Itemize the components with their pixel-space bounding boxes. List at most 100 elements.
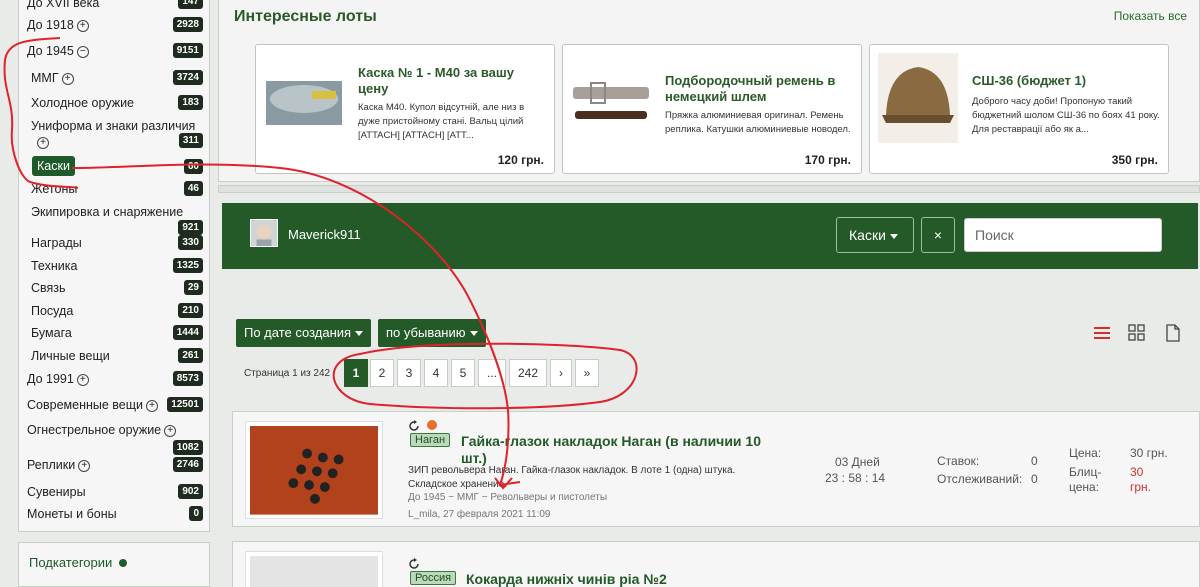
lot-title[interactable]: Подбородочный ремень в немецкий шлем (665, 73, 853, 105)
lot-title[interactable]: СШ-36 (бюджет 1) (972, 73, 1160, 89)
page-button-5[interactable]: 5 (451, 359, 475, 387)
lot-description: Пряжка алюминиевая оригинал. Ремень репл… (665, 110, 851, 135)
show-all-link[interactable]: Показать все (1114, 9, 1187, 23)
category-dropdown-value: Каски (849, 227, 886, 243)
expand-icon[interactable]: + (164, 424, 177, 437)
category-label: ММГ (31, 71, 59, 85)
page-button-last[interactable]: 242 (509, 359, 547, 387)
subcategories-title[interactable]: Подкатегории (29, 555, 112, 570)
list-view-icon[interactable] (1093, 324, 1111, 342)
clear-filter-button[interactable]: × (921, 217, 955, 253)
count-badge: 330 (178, 235, 203, 250)
category-label: Униформа и знаки различия (31, 119, 196, 133)
category-label: Техника (31, 259, 78, 273)
expand-icon[interactable]: + (146, 399, 159, 412)
chevron-down-icon (889, 233, 898, 239)
category-label: Монеты и боны (27, 507, 117, 521)
category-label: Экипировка и снаряжение (31, 205, 184, 219)
category-label: Награды (31, 236, 82, 250)
lot-thumbnail (878, 53, 958, 143)
next-page-button[interactable]: › (550, 359, 572, 387)
listing-tag[interactable]: Наган (410, 433, 451, 447)
count-badge: 2746 (172, 457, 203, 472)
lot-price: 170 грн. (804, 153, 851, 167)
category-label: Жетоны (31, 182, 78, 196)
listing-title[interactable]: Гайка-глазок накладок Наган (в наличии 1… (461, 433, 779, 467)
bids-value: 0 (1031, 454, 1038, 468)
expand-icon[interactable]: + (78, 459, 91, 472)
page-button-2[interactable]: 2 (370, 359, 394, 387)
category-label: Связь (31, 281, 66, 295)
page-button-4[interactable]: 4 (424, 359, 448, 387)
listing-row[interactable]: Россия Кокарда нижніх чинів ріа №2 (232, 541, 1200, 587)
blitz-price-label-line1: Блиц- (1069, 465, 1102, 479)
count-badge: 29 (183, 280, 203, 295)
category-label: До 1945 (27, 44, 74, 58)
listing-title[interactable]: Кокарда нижніх чинів ріа №2 (466, 571, 667, 587)
sort-order-dropdown[interactable]: по убыванию (378, 319, 486, 347)
category-label: Современные вещи (27, 398, 144, 412)
lot-card[interactable]: СШ-36 (бюджет 1) Доброго часу доби! Проп… (869, 44, 1169, 174)
category-label: До 1991 (27, 372, 74, 386)
listing-thumbnail[interactable] (245, 421, 383, 519)
page-button-1[interactable]: 1 (344, 359, 368, 387)
category-label: Холодное оружие (31, 96, 135, 110)
bids-label: Ставок: (937, 454, 980, 468)
page-button-3[interactable]: 3 (397, 359, 421, 387)
expand-icon[interactable]: + (61, 72, 74, 85)
expand-icon[interactable]: + (76, 19, 89, 32)
blitz-price-value: 30 (1130, 465, 1144, 479)
lot-card[interactable]: Подбородочный ремень в немецкий шлем Пря… (562, 44, 862, 174)
count-badge: 1325 (172, 258, 203, 273)
document-view-icon[interactable] (1164, 324, 1182, 342)
blitz-price-unit: грн. (1130, 480, 1152, 494)
lot-thumbnail (571, 53, 651, 143)
lot-description: Доброго часу доби! Пропоную такий бюджет… (972, 96, 1160, 135)
last-page-button[interactable]: » (575, 359, 599, 387)
time-left-clock: 23 : 58 : 14 (825, 471, 886, 485)
listing-author[interactable]: L_mila, 27 февраля 2021 11:09 (408, 509, 550, 520)
chevron-down-icon (355, 331, 364, 337)
lot-description: Каска М40. Купол відсутній, але низ в ду… (358, 102, 525, 141)
listing-tag[interactable]: Россия (410, 571, 457, 585)
avatar[interactable] (250, 219, 278, 247)
count-badge: 183 (178, 95, 203, 110)
count-badge: 9151 (172, 43, 203, 58)
lots-title: Интересные лоты (234, 8, 377, 25)
refresh-icon[interactable] (408, 558, 420, 570)
sort-order-value: по убыванию (386, 325, 466, 340)
toggle-dot-icon[interactable] (119, 559, 127, 567)
lot-thumbnail (264, 53, 344, 143)
interesting-lots-panel: Интересные лоты Показать все Каска № 1 -… (218, 0, 1200, 182)
sort-by-value: По дате создания (244, 325, 352, 340)
watchers-value: 0 (1031, 472, 1038, 486)
lot-title[interactable]: Каска № 1 - М40 за вашу цену (358, 65, 546, 97)
count-badge: 60 (183, 159, 203, 174)
sort-by-dropdown[interactable]: По дате создания (236, 319, 372, 347)
category-label: Личные вещи (31, 349, 110, 363)
chevron-down-icon (469, 331, 478, 337)
count-badge: 210 (178, 303, 203, 318)
collapse-icon[interactable]: − (76, 45, 89, 58)
category-dropdown[interactable]: Каски (836, 217, 914, 253)
refresh-icon[interactable] (408, 420, 420, 432)
listing-row[interactable]: Наган Гайка-глазок накладок Наган (в нал… (232, 411, 1200, 527)
count-badge: 2928 (172, 17, 203, 32)
category-label: До 1918 (27, 18, 74, 32)
listing-breadcrumb[interactable]: До 1945 − ММГ − Револьверы и пистолеты (408, 492, 607, 503)
expand-icon[interactable]: + (37, 137, 49, 149)
blitz-price-label-line2: цена: (1069, 480, 1100, 494)
count-badge: 147 (178, 0, 203, 9)
listing-thumbnail[interactable] (245, 551, 383, 587)
grid-view-icon[interactable] (1128, 324, 1146, 342)
expand-icon[interactable]: + (76, 373, 89, 386)
category-label: Огнестрельное оружие (27, 423, 162, 437)
count-badge: 902 (178, 484, 203, 499)
search-input[interactable] (964, 218, 1162, 252)
count-badge: 921 (178, 220, 203, 235)
watchers-label: Отслеживаний: (937, 472, 1023, 486)
category-label: Посуда (31, 304, 74, 318)
lot-card[interactable]: Каска № 1 - М40 за вашу цену Каска М40. … (255, 44, 555, 174)
username[interactable]: Maverick911 (288, 227, 361, 242)
category-label: Сувениры (27, 485, 86, 499)
